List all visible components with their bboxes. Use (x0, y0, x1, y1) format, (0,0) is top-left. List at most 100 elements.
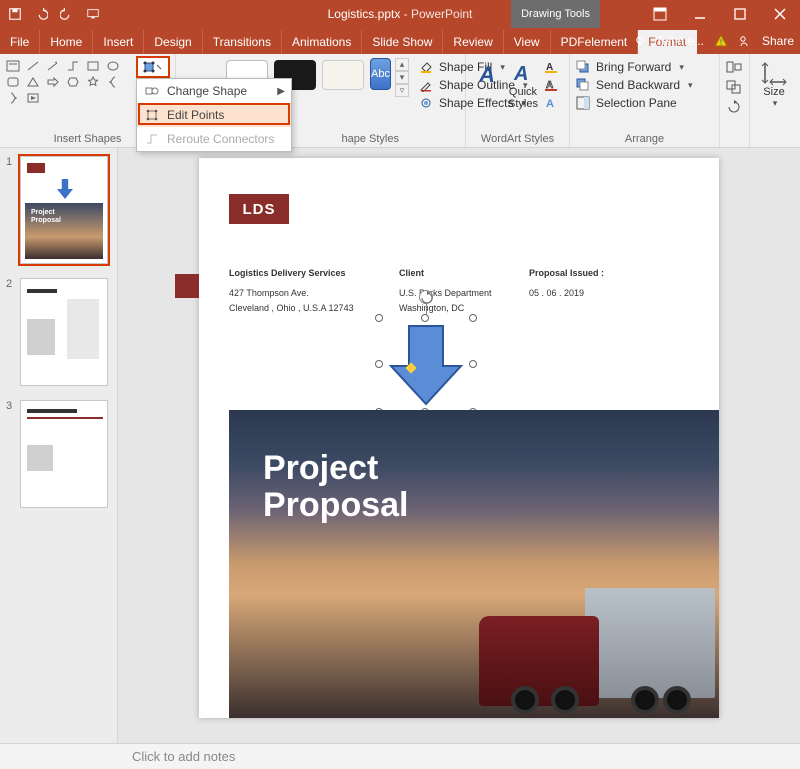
shape-triangle-icon[interactable] (26, 76, 40, 88)
quick-styles-button[interactable]: A Quick Styles (504, 58, 542, 112)
tab-view[interactable]: View (504, 30, 551, 54)
truck-wheel-icon (511, 686, 539, 714)
edit-shape-dropdown: Change Shape ▶ Edit Points Reroute Conne… (136, 78, 292, 152)
send-backward-icon (576, 78, 590, 92)
thumb-1-wrap[interactable]: 1 ProjectProposal (6, 156, 111, 264)
menu-edit-points[interactable]: Edit Points (137, 103, 291, 127)
shape-rarrow-icon[interactable] (46, 76, 60, 88)
bring-forward-button[interactable]: Bring Forward▾ (576, 60, 713, 74)
tab-home[interactable]: Home (40, 30, 93, 54)
align-icon[interactable] (726, 60, 742, 74)
bucket-icon (419, 60, 433, 74)
rotate-icon[interactable] (726, 100, 742, 114)
tab-review[interactable]: Review (443, 30, 503, 54)
maximize-icon[interactable] (720, 0, 760, 28)
tab-design[interactable]: Design (144, 30, 202, 54)
group-icon[interactable] (726, 80, 742, 94)
shapes-gallery[interactable] (6, 58, 134, 104)
shape-lbrace-icon[interactable] (106, 76, 120, 88)
thumb-3-wrap[interactable]: 3 (6, 400, 111, 508)
handle-ne[interactable] (469, 314, 477, 322)
tab-insert[interactable]: Insert (93, 30, 144, 54)
save-icon[interactable] (8, 7, 22, 21)
rotate-handle-icon (420, 291, 434, 305)
effects-icon (419, 96, 433, 110)
slide: LDS Logistics Delivery Services 427 Thom… (199, 158, 719, 718)
gallery-up-icon[interactable]: ▴ (395, 58, 409, 71)
close-icon[interactable] (760, 0, 800, 28)
filename-text: Logistics.pptx (328, 7, 401, 21)
svg-text:A: A (546, 98, 554, 110)
group-wordart-styles: A A Quick Styles A A A WordArt Styles (466, 54, 570, 147)
truck-wheel-icon (631, 686, 659, 714)
quick-access-toolbar (0, 7, 108, 21)
warning-icon[interactable] (714, 34, 728, 48)
shape-textbox-icon[interactable] (6, 60, 20, 72)
thumb-slide-3[interactable] (20, 400, 108, 508)
notes-pane[interactable]: Click to add notes (0, 743, 800, 769)
pen-icon (419, 78, 433, 92)
tab-transitions[interactable]: Transitions (203, 30, 282, 54)
send-backward-button[interactable]: Send Backward▾ (576, 78, 713, 92)
group-size: Size▾ (750, 54, 798, 147)
mini-arrow-icon (57, 179, 73, 199)
thumb-2-wrap[interactable]: 2 (6, 278, 111, 386)
shape-roundrect-icon[interactable] (6, 76, 20, 88)
notes-placeholder: Click to add notes (132, 749, 235, 764)
slide-canvas-area[interactable]: LDS Logistics Delivery Services 427 Thom… (118, 148, 800, 743)
truck-cab-graphic (479, 616, 599, 706)
slide-thumbnails-pane[interactable]: 1 ProjectProposal 2 3 (0, 148, 118, 743)
group-label-arrange: Arrange (576, 131, 713, 145)
shape-line-icon[interactable] (26, 60, 40, 72)
shape-arrowline-icon[interactable] (46, 60, 60, 72)
tab-slideshow[interactable]: Slide Show (362, 30, 443, 54)
thumb-slide-2[interactable] (20, 278, 108, 386)
shape-rbrace-icon[interactable] (6, 92, 20, 104)
text-fill-icon[interactable]: A (544, 60, 558, 74)
tab-pdfelement[interactable]: PDFelement (551, 30, 639, 54)
shape-action-icon[interactable] (26, 92, 40, 104)
tab-file[interactable]: File (0, 30, 40, 54)
gallery-down-icon[interactable]: ▾ (395, 71, 409, 84)
style-thumb-abc[interactable]: Abc (370, 58, 391, 90)
edit-shape-button[interactable] (136, 56, 170, 78)
size-button[interactable]: Size▾ (756, 58, 792, 111)
handle-w[interactable] (375, 360, 383, 368)
window-controls (640, 0, 800, 28)
minimize-icon[interactable] (680, 0, 720, 28)
thumb-slide-1[interactable]: ProjectProposal (20, 156, 108, 264)
undo-icon[interactable] (34, 7, 48, 21)
handle-n[interactable] (421, 314, 429, 322)
shape-star-icon[interactable] (86, 76, 100, 88)
shape-oval-icon[interactable] (106, 60, 120, 72)
text-effects-icon[interactable]: A (544, 96, 558, 110)
handle-e[interactable] (469, 360, 477, 368)
text-outline-icon[interactable]: A (544, 78, 558, 92)
gallery-more-icon[interactable]: ▿ (395, 84, 409, 97)
tell-me-icon[interactable] (634, 35, 646, 47)
shape-rect-icon[interactable] (86, 60, 100, 72)
wordart-sample-icon[interactable]: A (472, 58, 502, 92)
submenu-arrow-icon: ▶ (277, 86, 285, 97)
truck-trailer-graphic (585, 588, 715, 698)
menu-change-shape[interactable]: Change Shape ▶ (137, 79, 291, 103)
bring-forward-icon (576, 60, 590, 74)
redo-icon[interactable] (60, 7, 74, 21)
left-red-tab (175, 274, 199, 298)
quick-styles-icon: A (510, 60, 536, 86)
hero-photo: Project Proposal (229, 410, 719, 718)
start-from-beginning-icon[interactable] (86, 7, 100, 21)
menu-reroute-connectors: Reroute Connectors (137, 127, 291, 151)
info-col-company: Logistics Delivery Services 427 Thompson… (229, 266, 354, 315)
shape-elbow-icon[interactable] (66, 60, 80, 72)
ribbon-display-options-icon[interactable] (640, 0, 680, 28)
tab-animations[interactable]: Animations (282, 30, 362, 54)
share-button[interactable]: Share (762, 34, 794, 48)
selection-pane-button[interactable]: Selection Pane (576, 96, 713, 110)
share-icon[interactable] (738, 34, 752, 48)
shape-hexagon-icon[interactable] (66, 76, 80, 88)
tell-me-text[interactable]: Tell me... (656, 34, 704, 48)
handle-nw[interactable] (375, 314, 383, 322)
selected-arrow-shape[interactable] (379, 318, 473, 412)
style-thumb-3[interactable] (322, 60, 364, 90)
